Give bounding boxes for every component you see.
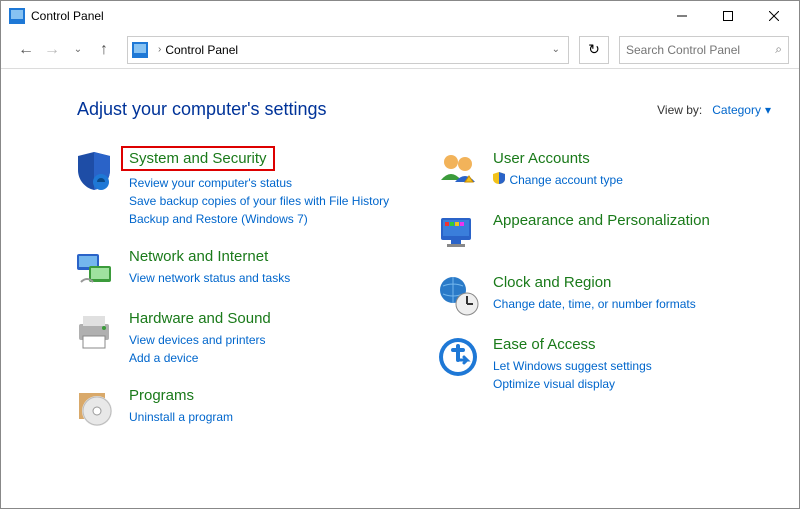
category-columns: System and Security Review your computer…: [73, 150, 771, 429]
category-title-ease-of-access[interactable]: Ease of Access: [493, 336, 596, 353]
category-title-system-security[interactable]: System and Security: [121, 146, 275, 171]
cat-link[interactable]: Uninstall a program: [129, 408, 233, 426]
titlebar: Control Panel: [1, 1, 799, 31]
cat-link[interactable]: Change account type: [509, 173, 622, 187]
up-button[interactable]: ↑: [93, 39, 115, 61]
cat-link[interactable]: View devices and printers: [129, 331, 271, 349]
category-title-user-accounts[interactable]: User Accounts: [493, 150, 590, 167]
minimize-button[interactable]: [659, 1, 705, 31]
category-title-clock-region[interactable]: Clock and Region: [493, 274, 611, 291]
refresh-button[interactable]: ↻: [579, 36, 609, 64]
ease-of-access-icon: [437, 336, 479, 378]
cat-link[interactable]: Optimize visual display: [493, 375, 652, 393]
category-title-network-internet[interactable]: Network and Internet: [129, 248, 268, 265]
view-by-selector: View by: Category ▾: [657, 103, 771, 117]
page-title: Adjust your computer's settings: [77, 99, 327, 120]
category-appearance-personalization: Appearance and Personalization: [437, 212, 771, 254]
back-button[interactable]: ←: [15, 39, 37, 61]
control-panel-icon: [132, 42, 148, 58]
maximize-button[interactable]: [705, 1, 751, 31]
viewby-dropdown[interactable]: Category ▾: [712, 103, 771, 117]
close-button[interactable]: [751, 1, 797, 31]
search-input[interactable]: [626, 43, 775, 57]
navigation-bar: ← → ⌄ ↑ › Control Panel ⌄ ↻ ⌕: [1, 31, 799, 69]
chevron-down-icon[interactable]: ⌄: [552, 44, 560, 55]
forward-button[interactable]: →: [41, 39, 63, 61]
shield-icon: [73, 150, 115, 192]
users-icon: [437, 150, 479, 192]
category-hardware-sound: Hardware and Sound View devices and prin…: [73, 310, 407, 367]
category-title-appearance-personalization[interactable]: Appearance and Personalization: [493, 212, 710, 229]
address-bar[interactable]: › Control Panel ⌄: [127, 36, 569, 64]
chevron-right-icon[interactable]: ›: [158, 44, 161, 55]
header-row: Adjust your computer's settings View by:…: [77, 99, 771, 120]
network-icon: [73, 248, 115, 290]
content-area: Adjust your computer's settings View by:…: [1, 69, 799, 439]
cat-link[interactable]: Change date, time, or number formats: [493, 295, 696, 313]
search-icon: ⌕: [775, 42, 782, 57]
category-network-internet: Network and Internet View network status…: [73, 248, 407, 290]
uac-shield-icon: [493, 171, 505, 189]
right-column: User Accounts Change account type Appear…: [437, 150, 771, 429]
search-box[interactable]: ⌕: [619, 36, 789, 64]
category-title-programs[interactable]: Programs: [129, 387, 194, 404]
left-column: System and Security Review your computer…: [73, 150, 407, 429]
cat-link[interactable]: View network status and tasks: [129, 269, 290, 287]
appearance-icon: [437, 212, 479, 254]
recent-locations-dropdown[interactable]: ⌄: [67, 39, 89, 61]
disc-icon: [73, 387, 115, 429]
category-system-security: System and Security Review your computer…: [73, 150, 407, 228]
window-title: Control Panel: [31, 9, 659, 23]
chevron-down-icon: ▾: [765, 103, 771, 117]
cat-link[interactable]: Save backup copies of your files with Fi…: [129, 192, 389, 210]
category-user-accounts: User Accounts Change account type: [437, 150, 771, 192]
category-ease-of-access: Ease of Access Let Windows suggest setti…: [437, 336, 771, 393]
printer-icon: [73, 310, 115, 352]
cat-link[interactable]: Add a device: [129, 349, 271, 367]
clock-globe-icon: [437, 274, 479, 316]
category-clock-region: Clock and Region Change date, time, or n…: [437, 274, 771, 316]
cat-link[interactable]: Backup and Restore (Windows 7): [129, 210, 389, 228]
breadcrumb[interactable]: Control Panel: [165, 43, 238, 57]
cat-link[interactable]: Let Windows suggest settings: [493, 357, 652, 375]
window-controls: [659, 1, 797, 31]
category-title-hardware-sound[interactable]: Hardware and Sound: [129, 310, 271, 327]
category-programs: Programs Uninstall a program: [73, 387, 407, 429]
cat-link[interactable]: Review your computer's status: [129, 174, 389, 192]
viewby-label: View by:: [657, 103, 702, 117]
control-panel-icon: [9, 8, 25, 24]
